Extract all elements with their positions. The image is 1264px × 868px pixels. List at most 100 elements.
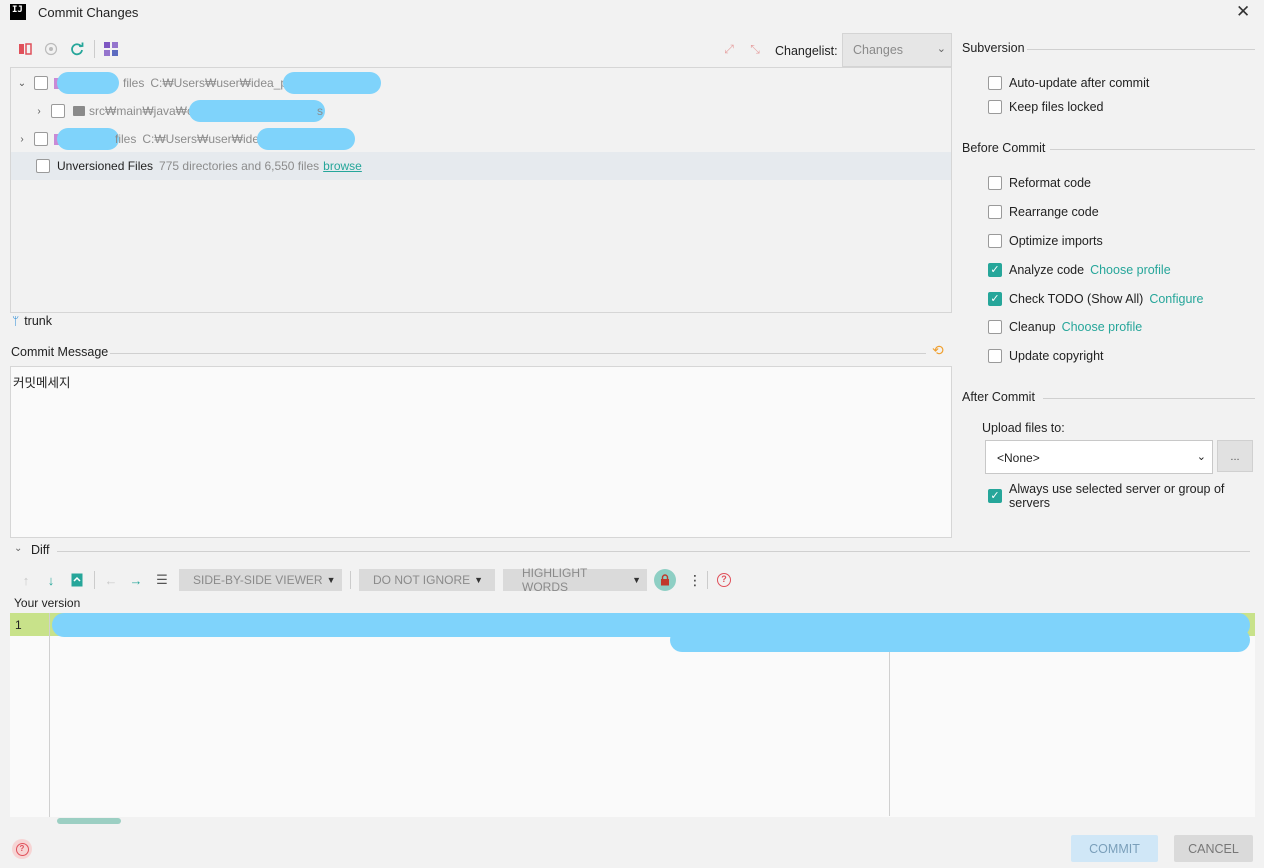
update-copyright-label: Update copyright [1009,349,1104,363]
rollback-icon[interactable] [17,41,33,57]
changelist-dropdown[interactable]: Changes ⌄ [842,33,952,67]
keep-locked-checkbox[interactable] [988,100,1002,114]
previous-file-icon[interactable]: ← [103,572,119,588]
subversion-label: Subversion [962,41,1025,55]
configure-servers-button[interactable]: ... [1217,440,1253,472]
row-path: C:₩Users₩user₩idea_p [150,76,288,90]
reformat-checkbox[interactable] [988,176,1002,190]
lock-icon[interactable] [654,569,676,591]
close-icon[interactable]: ✕ [1236,2,1250,22]
analyze-code-checkbox[interactable]: ✓ [988,263,1002,277]
row-checkbox[interactable] [34,76,48,90]
collapse-all-icon[interactable]: ⤡ [747,41,763,57]
next-file-icon[interactable]: → [128,572,144,588]
divider [1043,398,1255,399]
toolbar-separator [94,40,95,58]
divider [1027,49,1255,50]
history-icon[interactable]: ⟲ [932,342,944,359]
commit-button[interactable]: COMMIT [1071,835,1158,862]
cleanup-checkbox[interactable] [988,320,1002,334]
keep-locked-option[interactable]: Keep files locked [988,100,1104,114]
row-checkbox[interactable] [51,104,65,118]
chevron-right-icon[interactable]: › [16,134,28,145]
toolbar-separator [350,571,351,589]
reformat-label: Reformat code [1009,176,1091,190]
optimize-imports-label: Optimize imports [1009,234,1103,248]
changelist-value: Changes [853,43,904,57]
highlight-mode-dropdown[interactable]: HIGHLIGHT WORDS ▼ [503,566,647,594]
browse-link[interactable]: browse [323,159,362,173]
help-icon[interactable]: ? [12,839,32,859]
chevron-right-icon[interactable]: › [33,106,45,117]
always-use-server-label: Always use selected server or group of s… [1009,482,1225,510]
highlight-mode-value: HIGHLIGHT WORDS [522,566,588,594]
chevron-down-icon[interactable]: ⌄ [16,78,28,89]
viewer-mode-dropdown[interactable]: SIDE-BY-SIDE VIEWER ▼ [179,569,342,591]
tree-row-unversioned[interactable]: Unversioned Files 775 directories and 6,… [11,152,951,180]
auto-update-option[interactable]: Auto-update after commit [988,76,1149,90]
redacted-text [257,128,356,150]
auto-update-label: Auto-update after commit [1009,76,1150,90]
show-diff-icon[interactable] [43,41,59,57]
upload-files-label: Upload files to: [982,421,1065,435]
tree-row[interactable]: ⌄ files C:₩Users₩user₩idea_p [11,69,951,97]
always-use-server-option[interactable]: ✓ Always use selected server or group of… [988,482,1264,510]
rearrange-checkbox[interactable] [988,205,1002,219]
unversioned-summary: 775 directories and 6,550 files [159,159,320,173]
group-by-icon[interactable] [103,41,119,57]
redacted-text [670,628,1250,652]
auto-update-checkbox[interactable] [988,76,1002,90]
row-checkbox[interactable] [36,159,50,173]
row-trailing: s [317,104,323,118]
caret-down-icon: ▼ [326,575,336,585]
branch-icon: ᛘ [12,314,20,328]
upload-server-dropdown[interactable]: <None> ⌄ [985,440,1213,474]
optimize-imports-option[interactable]: Optimize imports [988,234,1103,248]
more-options-icon[interactable]: ⋮ [688,572,702,589]
tree-row[interactable]: › src₩main₩java₩c s [11,97,951,125]
check-todo-checkbox[interactable]: ✓ [988,292,1002,306]
previous-difference-icon[interactable]: ↑ [18,572,34,588]
divider [57,551,1250,552]
reformat-option[interactable]: Reformat code [988,176,1091,190]
commit-message-input[interactable]: 커밋메세지 [10,366,952,538]
ignore-policy-dropdown[interactable]: DO NOT IGNORE ▼ [359,569,495,591]
changelist-label: Changelist: [775,44,838,58]
changes-tree[interactable]: ⌄ files C:₩Users₩user₩idea_p › src₩main₩… [10,67,952,313]
title-bar [0,0,1264,26]
cancel-button[interactable]: CANCEL [1174,835,1253,862]
jump-to-source-icon[interactable] [69,572,85,588]
after-commit-label: After Commit [962,390,1035,404]
analyze-code-option[interactable]: ✓ Analyze code Choose profile [988,263,1171,277]
expand-all-icon[interactable]: ⤢ [721,41,737,57]
help-icon[interactable]: ? [717,573,731,587]
chevron-down-icon[interactable]: ⌄ [14,543,22,554]
branch-indicator: ᛘ trunk [12,314,52,328]
row-checkbox[interactable] [34,132,48,146]
horizontal-scrollbar[interactable] [57,818,121,824]
analyze-code-label: Analyze code [1009,263,1085,277]
check-todo-option[interactable]: ✓ Check TODO (Show All) Configure [988,292,1204,306]
next-difference-icon[interactable]: ↓ [43,572,59,588]
optimize-imports-checkbox[interactable] [988,234,1002,248]
cleanup-option[interactable]: Cleanup Choose profile [988,320,1142,334]
upload-server-value: <None> [997,451,1040,465]
configure-link[interactable]: Configure [1149,292,1203,306]
rearrange-option[interactable]: Rearrange code [988,205,1099,219]
tree-row[interactable]: › files C:₩Users₩user₩ide [11,125,951,153]
window-title: Commit Changes [38,5,139,20]
analyze-choose-profile-link[interactable]: Choose profile [1090,263,1171,277]
rearrange-label: Rearrange code [1009,205,1099,219]
file-list-icon[interactable]: ☰ [154,572,170,588]
update-copyright-option[interactable]: Update copyright [988,349,1104,363]
your-version-label: Your version [14,596,81,610]
update-copyright-checkbox[interactable] [988,349,1002,363]
always-use-server-checkbox[interactable]: ✓ [988,489,1002,503]
redacted-text [189,100,325,122]
chevron-down-icon: ⌄ [1196,451,1206,463]
redacted-text [283,72,382,94]
folder-icon [73,106,85,116]
cleanup-choose-profile-link[interactable]: Choose profile [1062,320,1143,334]
diff-label: Diff [31,543,50,557]
refresh-icon[interactable] [69,41,85,57]
